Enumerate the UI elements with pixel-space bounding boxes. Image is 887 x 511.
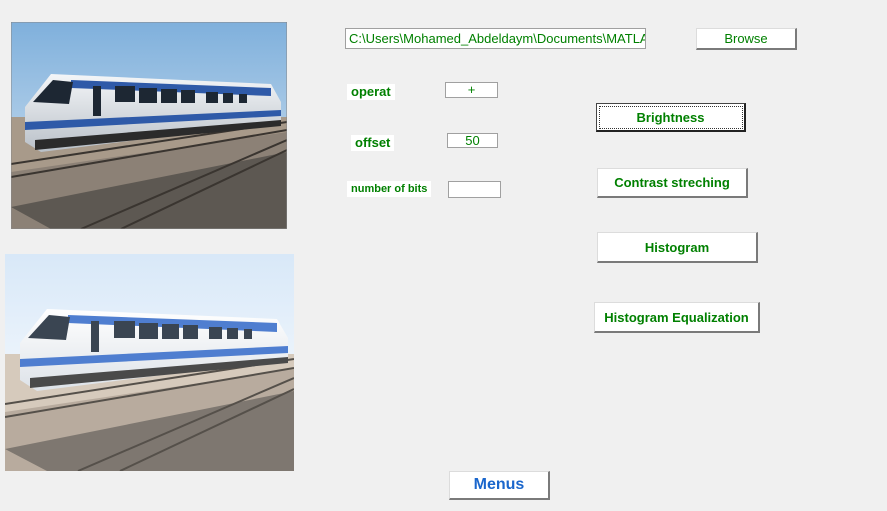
brightness-button[interactable]: Brightness — [596, 103, 746, 132]
contrast-stretching-button[interactable]: Contrast streching — [597, 168, 748, 198]
menus-button[interactable]: Menus — [449, 471, 550, 500]
browse-button[interactable]: Browse — [696, 28, 797, 50]
histogram-equalization-button[interactable]: Histogram Equalization — [594, 302, 760, 333]
file-path-field[interactable]: C:\Users\Mohamed_Abdeldaym\Documents\MAT… — [345, 28, 646, 49]
offset-field[interactable]: 50 — [447, 133, 498, 148]
histogram-button[interactable]: Histogram — [597, 232, 758, 263]
processed-image — [5, 254, 294, 471]
original-image — [11, 22, 287, 229]
number-of-bits-field[interactable] — [448, 181, 501, 198]
operat-field[interactable]: + — [445, 82, 498, 98]
number-of-bits-label: number of bits — [347, 181, 432, 197]
operat-label: operat — [347, 84, 395, 100]
offset-label: offset — [351, 135, 395, 151]
